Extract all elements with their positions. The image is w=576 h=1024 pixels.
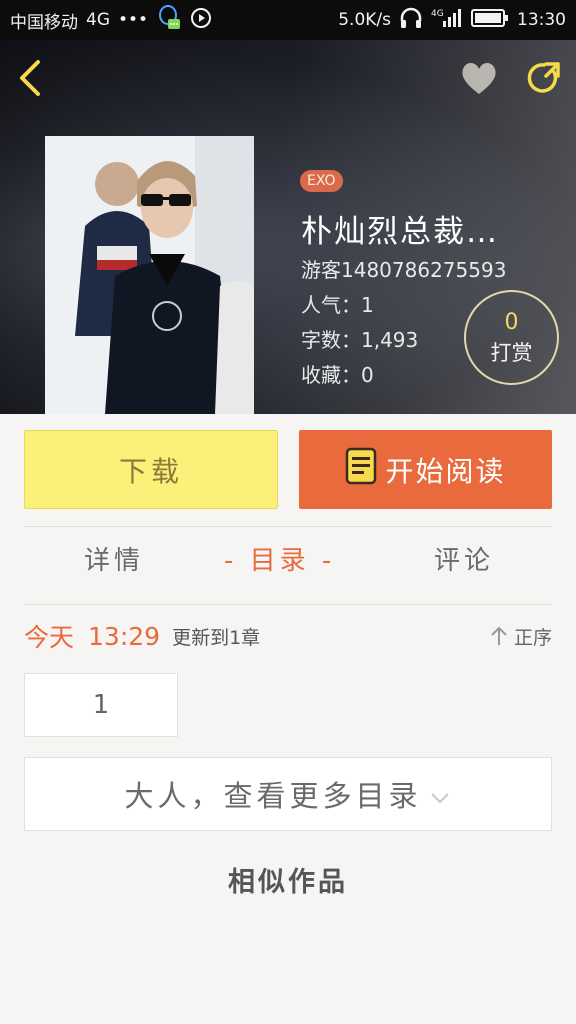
book-favorites: 收藏：0 <box>301 363 374 387</box>
divider <box>24 526 552 527</box>
update-info: 今天 13:29 更新到1章 正序 <box>24 618 552 654</box>
share-icon <box>527 62 560 93</box>
book-icon <box>345 447 377 492</box>
svg-text:4G: 4G <box>431 9 444 19</box>
update-time: 13:29 <box>88 621 161 651</box>
signal-icon: 4G <box>431 7 463 34</box>
tip-count: 0 <box>504 310 519 335</box>
arrow-up-icon <box>491 626 507 645</box>
chevron-left-icon <box>20 60 40 96</box>
chapter-item[interactable]: 1 <box>24 673 178 737</box>
chapter-number: 1 <box>92 690 110 720</box>
chevron-down-icon <box>430 793 449 804</box>
status-dots: ••• <box>118 10 149 30</box>
tab-details[interactable]: 详情 <box>84 540 144 577</box>
heart-icon <box>462 63 496 94</box>
back-button[interactable] <box>14 56 54 100</box>
download-label: 下载 <box>118 454 183 488</box>
network-type: 4G <box>86 10 110 30</box>
tab-comments[interactable]: 评论 <box>434 540 494 577</box>
download-button[interactable]: 下载 <box>24 430 278 509</box>
book-author[interactable]: 游客1480786275593 <box>301 254 506 283</box>
sort-toggle[interactable]: 正序 <box>490 623 552 650</box>
more-catalog-button[interactable]: 大人，查看更多目录 <box>24 757 552 831</box>
book-title: 朴灿烈总裁… <box>301 214 499 250</box>
more-catalog-label: 大人，查看更多目录 <box>124 779 422 813</box>
cover-photo <box>45 136 254 414</box>
favorite-button[interactable] <box>458 58 500 98</box>
tip-label: 打赏 <box>490 341 533 365</box>
clock: 13:30 <box>517 10 566 30</box>
battery-icon <box>471 8 509 33</box>
divider <box>24 604 552 605</box>
similar-works-heading: 相似作品 <box>228 867 348 898</box>
headphones-icon <box>399 7 423 34</box>
book-popularity: 人气：1 <box>301 293 374 317</box>
tip-button[interactable]: 0 打赏 <box>464 290 559 385</box>
start-reading-button[interactable]: 开始阅读 <box>299 430 552 509</box>
qq-icon <box>156 4 182 37</box>
tab-bar: 详情 - 目录 - 评论 <box>0 540 576 590</box>
book-cover[interactable] <box>45 136 254 414</box>
network-speed: 5.0K/s <box>338 10 391 30</box>
share-button[interactable] <box>524 58 564 98</box>
book-header: EXO 朴灿烈总裁… 游客1480786275593 人气：1 字数：1,493… <box>0 40 576 414</box>
update-text: 更新到1章 <box>172 626 261 649</box>
update-day: 今天 <box>24 623 75 652</box>
book-tag[interactable]: EXO <box>300 170 343 192</box>
status-bar: 中国移动 4G ••• 5.0K/s 4G 13:30 <box>0 0 576 40</box>
start-reading-label: 开始阅读 <box>385 454 506 488</box>
carrier-name: 中国移动 <box>10 12 78 33</box>
sort-label: 正序 <box>513 626 552 649</box>
play-circle-icon <box>190 7 212 34</box>
tab-catalog[interactable]: - 目录 - <box>224 540 335 577</box>
book-word-count: 字数：1,493 <box>301 328 419 352</box>
